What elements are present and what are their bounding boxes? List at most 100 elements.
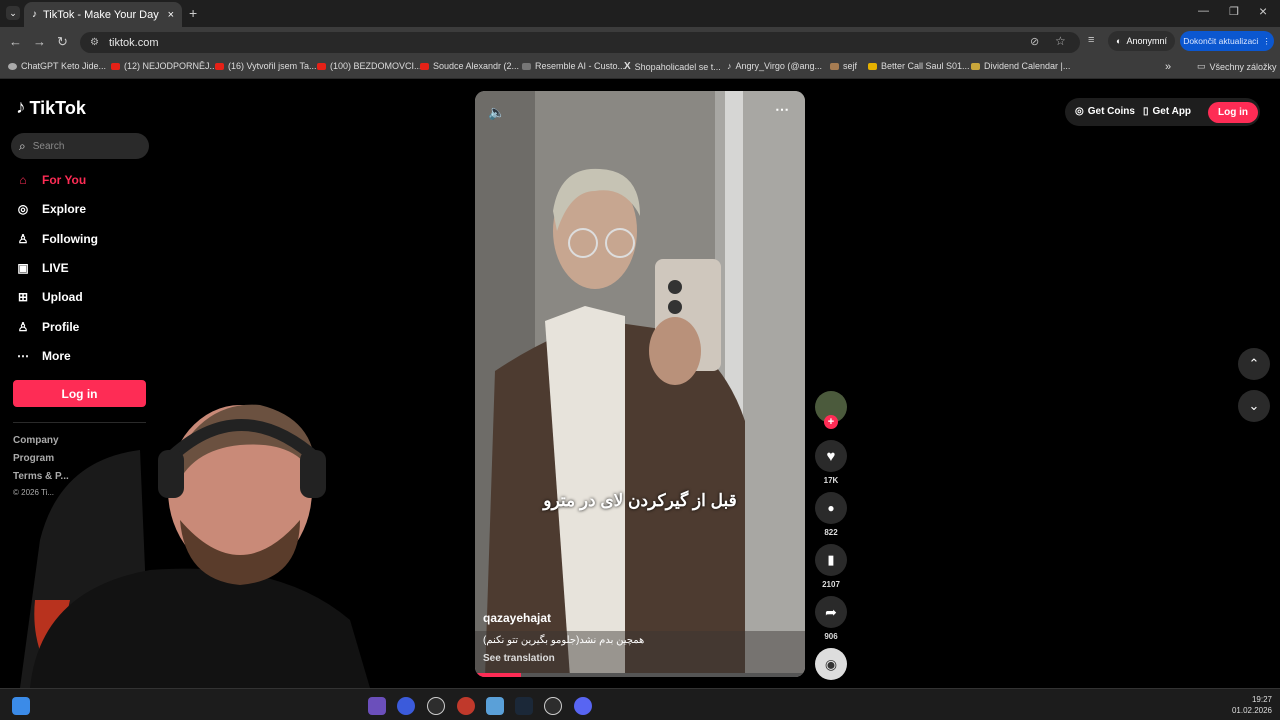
update-button[interactable]: Dokončit aktualizaci ⋮ [1180, 31, 1274, 51]
logo-text: TikTok [29, 97, 86, 118]
nav-following[interactable]: ♙ Following [14, 230, 98, 248]
clock[interactable]: 19:27 01.02.2026 [1222, 694, 1272, 716]
header-login-button[interactable]: Log in [1208, 102, 1258, 123]
comment-button[interactable]: ● [815, 492, 847, 524]
eye-off-icon[interactable]: ⊘ [1030, 35, 1039, 48]
browser-tab[interactable]: ♪ TikTok - Make Your Day × [24, 2, 182, 27]
bookmarks-bar: ChatGPT Keto Jide... (12) NEJODPORNĚJ...… [0, 57, 1280, 79]
progress-track[interactable] [475, 673, 805, 677]
like-button[interactable]: ♥ [815, 440, 847, 472]
chrome-icon[interactable] [544, 697, 562, 715]
search-icon: ⌕ [19, 138, 26, 153]
save-button[interactable]: ▮ [815, 544, 847, 576]
tab-title: TikTok - Make Your Day [43, 8, 159, 21]
forward-icon[interactable]: → [33, 34, 46, 49]
get-coins-button[interactable]: ◎ Get Coins [1075, 106, 1135, 117]
tiktok-logo[interactable]: ♪ TikTok [16, 97, 86, 119]
all-bookmarks-label: Všechny záložky [1209, 61, 1277, 72]
plus-square-icon: ⊞ [17, 290, 29, 304]
video-author[interactable]: qazayehajat [483, 611, 551, 625]
bookmark-favicon-icon [971, 62, 980, 70]
search-placeholder: Search [32, 140, 65, 152]
address-bar[interactable]: ⚙ tiktok.com ⊘ ☆ [80, 32, 1080, 53]
bookmark-star-icon[interactable]: ☆ [1055, 34, 1066, 48]
nav-for-you[interactable]: ⌂ For You [14, 171, 86, 189]
tiktok-favicon-icon: ♪ [32, 9, 37, 20]
all-bookmarks[interactable]: ▭ Všechny záložky [1197, 61, 1277, 72]
bookmark-item[interactable]: (16) Vytvořil jsem Ta... [215, 61, 317, 71]
close-window-icon[interactable]: × [1259, 3, 1267, 19]
nav-label: Profile [42, 320, 80, 334]
nav-label: Following [42, 232, 98, 246]
previous-video-button[interactable]: ⌃ [1238, 348, 1270, 380]
incognito-profile[interactable]: ◐ Anonymní [1108, 31, 1175, 51]
chevron-up-icon: ⌃ [1248, 356, 1260, 371]
nav-label: More [42, 349, 71, 363]
x-icon: X [624, 61, 631, 72]
nav-label: LIVE [42, 261, 69, 275]
sound-disc[interactable]: ◉ [815, 648, 847, 680]
wordpress-icon[interactable] [427, 697, 445, 715]
minimize-icon[interactable]: — [1198, 5, 1209, 17]
notes-icon[interactable] [486, 697, 504, 715]
clock-time: 19:27 [1251, 695, 1272, 704]
bookmark-item[interactable]: Keto Jide... [61, 61, 106, 71]
reload-icon[interactable]: ↻ [57, 34, 68, 50]
media-controls-icon[interactable]: ≡ [1088, 34, 1094, 46]
tab-search-icon[interactable]: ⌄ [6, 6, 20, 20]
site-info-icon[interactable]: ⚙ [90, 37, 99, 48]
see-translation-link[interactable]: See translation [483, 653, 555, 664]
bookmark-item[interactable]: (100) BEZDOMOVCI... [317, 61, 422, 71]
bookmark-item[interactable]: sejf [830, 61, 857, 71]
bookmark-label: Resemble AI - Custo... [535, 61, 626, 71]
follow-plus-icon[interactable]: + [824, 415, 838, 429]
video-player[interactable]: 🔈 ⋯ قبل از گیرکردن لای در مترو qazayehaj… [475, 91, 805, 677]
search-input[interactable]: ⌕ Search [11, 133, 149, 159]
nav-more[interactable]: ⋯ More [14, 347, 71, 365]
teams-icon[interactable] [368, 697, 386, 715]
nav-profile[interactable]: ♙ Profile [14, 318, 80, 336]
bookmark-item[interactable]: Dividend Calendar |... [971, 61, 1070, 71]
bookmark-item[interactable]: ♪ Angry_Virgo (@ang... [727, 61, 822, 71]
new-tab-icon[interactable]: + [189, 5, 197, 21]
progress-fill [475, 673, 522, 677]
user-plus-icon: ♙ [17, 232, 29, 246]
bookmark-label: Angry_Virgo (@ang... [735, 61, 823, 71]
start-icon[interactable] [12, 697, 30, 715]
nav-label: Upload [42, 290, 83, 304]
phone-icon: ▯ [1143, 106, 1149, 117]
bookmark-item[interactable]: (12) NEJODPORNĚJ... [111, 61, 217, 71]
bookmark-icon: ▮ [827, 552, 835, 567]
youtube-icon [215, 62, 224, 70]
bookmark-label: (16) Vytvořil jsem Ta... [228, 61, 317, 71]
volume-icon[interactable]: 🔈 [488, 104, 505, 121]
back-icon[interactable]: ← [9, 34, 22, 49]
more-options-icon[interactable]: ⋯ [775, 101, 789, 118]
save-count: 2107 [822, 580, 840, 589]
bookmark-item[interactable]: Better Call Saul S01... [868, 61, 970, 71]
nav-upload[interactable]: ⊞ Upload [14, 288, 83, 306]
bookmark-label: Soudce Alexandr (2... [433, 61, 520, 71]
share-button[interactable]: ➦ [815, 596, 847, 628]
more-bookmarks-icon[interactable]: » [1165, 61, 1171, 73]
steam-icon[interactable] [515, 697, 533, 715]
close-tab-icon[interactable]: × [168, 9, 174, 21]
discord-icon[interactable] [574, 697, 592, 715]
app-icon[interactable] [397, 697, 415, 715]
app-icon[interactable] [457, 697, 475, 715]
bookmark-item[interactable]: ChatGPT [8, 61, 59, 71]
bookmark-item[interactable]: X Shopaholicadel se t... [624, 61, 721, 72]
bookmark-item[interactable]: Soudce Alexandr (2... [420, 61, 519, 71]
get-app-button[interactable]: ▯ Get App [1143, 106, 1191, 117]
nav-explore[interactable]: ◎ Explore [14, 200, 86, 218]
home-icon: ⌂ [19, 173, 27, 187]
restore-icon[interactable]: ❐ [1229, 5, 1239, 18]
tiktok-icon: ♪ [727, 61, 732, 71]
bookmark-favicon-icon [830, 62, 839, 70]
bookmark-label: (12) NEJODPORNĚJ... [124, 61, 218, 71]
person-icon: ♙ [17, 320, 29, 334]
next-video-button[interactable]: ⌄ [1238, 390, 1270, 422]
bookmark-item[interactable]: Resemble AI - Custo... [522, 61, 625, 71]
caption-overlay: قبل از گیرکردن لای در مترو [543, 491, 737, 510]
nav-live[interactable]: ▣ LIVE [14, 259, 69, 277]
